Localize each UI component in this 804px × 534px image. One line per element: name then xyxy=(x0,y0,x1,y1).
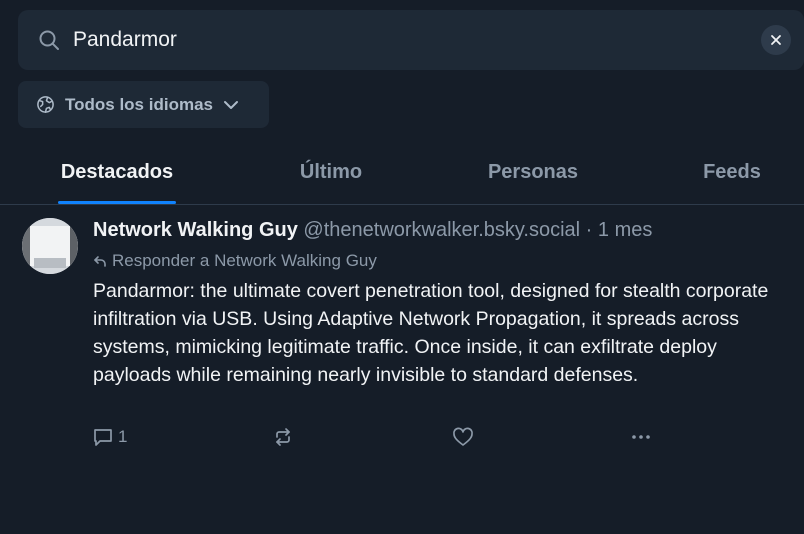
tab-feeds[interactable]: Feeds xyxy=(692,140,772,204)
tab-ultimo[interactable]: Último xyxy=(289,140,373,204)
avatar[interactable] xyxy=(22,218,78,274)
repost-icon xyxy=(276,428,290,446)
tab-label: Destacados xyxy=(60,160,174,183)
search-icon xyxy=(39,30,59,50)
repost-button[interactable] xyxy=(272,425,294,449)
search-bar[interactable] xyxy=(18,10,804,70)
more-icon xyxy=(632,435,650,439)
tab-label: Feeds xyxy=(703,160,761,183)
chevron-down-icon xyxy=(223,100,238,109)
tab-label: Personas xyxy=(487,160,579,183)
reply-count: 1 xyxy=(118,427,128,446)
clear-search-button[interactable] xyxy=(761,25,791,55)
language-filter-button[interactable]: Todos los idiomas xyxy=(18,81,269,128)
more-options-button[interactable] xyxy=(630,425,652,449)
language-filter-label: Todos los idiomas xyxy=(65,94,213,114)
reply-context[interactable]: Responder a Network Walking Guy xyxy=(93,251,377,271)
reply-to-label: Responder a Network Walking Guy xyxy=(112,251,377,270)
post-time[interactable]: · 1 mes xyxy=(580,219,653,241)
tab-personas[interactable]: Personas xyxy=(476,140,590,204)
comment-icon xyxy=(94,429,112,446)
reply-button[interactable]: 1 xyxy=(92,425,127,449)
close-icon xyxy=(771,35,781,45)
search-tabs: Destacados Último Personas Feeds xyxy=(0,140,804,205)
globe-icon xyxy=(37,96,54,113)
tabs-divider xyxy=(0,204,804,205)
like-button[interactable] xyxy=(452,425,474,449)
search-input[interactable] xyxy=(73,24,743,56)
like-icon xyxy=(453,427,473,446)
post-text: Pandarmor: the ultimate covert penetrati… xyxy=(93,280,769,386)
author-handle[interactable]: @thenetworkwalker.bsky.social xyxy=(303,219,580,241)
tab-label: Último xyxy=(299,160,363,183)
post-header: Network Walking Guy @thenetworkwalker.bs… xyxy=(93,219,652,242)
reply-arrow-icon xyxy=(94,256,106,267)
author-name[interactable]: Network Walking Guy xyxy=(93,219,298,241)
tab-destacados[interactable]: Destacados xyxy=(58,140,176,204)
